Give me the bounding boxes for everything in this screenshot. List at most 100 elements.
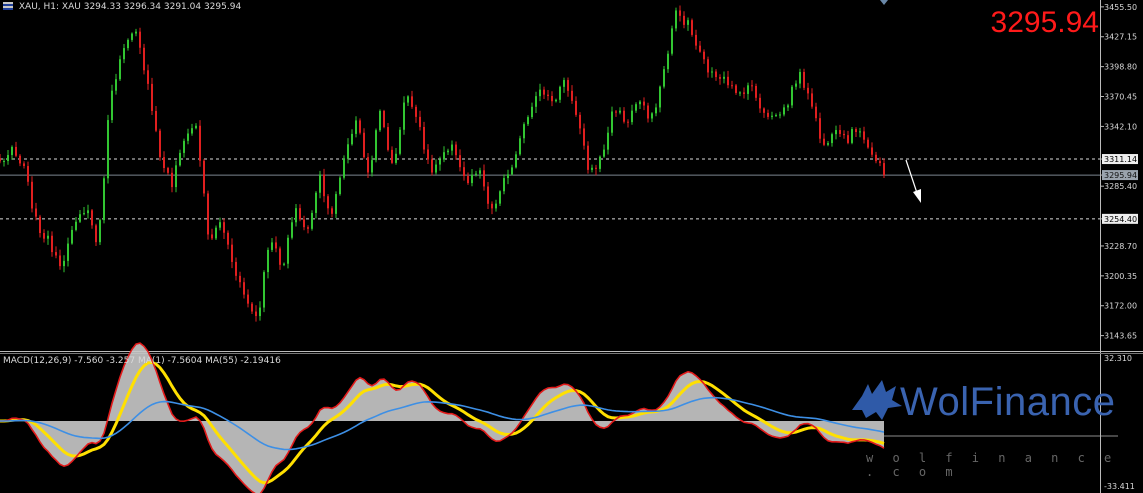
candle-body — [571, 90, 573, 101]
candle-body — [787, 105, 789, 108]
candle-body — [259, 307, 261, 317]
candle-body — [767, 112, 769, 117]
candle-body — [879, 161, 881, 164]
candle-body — [771, 115, 773, 117]
candle-body — [111, 90, 113, 121]
symbol-description: XAU — [61, 2, 81, 12]
candle-body — [699, 45, 701, 52]
candle-body — [443, 152, 445, 160]
candle-body — [555, 99, 557, 102]
candle-body — [255, 311, 257, 317]
candle-body — [675, 10, 677, 29]
candle-body — [339, 177, 341, 195]
candle-body — [519, 138, 521, 155]
candle-body — [663, 69, 665, 87]
candle-body — [363, 132, 365, 158]
candle-body — [155, 110, 157, 131]
candle-body — [671, 28, 673, 54]
candle-body — [403, 102, 405, 130]
candle-body — [607, 132, 609, 150]
candle-body — [19, 155, 21, 164]
candle-body — [491, 203, 493, 209]
candle-body — [387, 127, 389, 150]
candle-body — [563, 80, 565, 87]
candle-body — [383, 110, 385, 128]
candle-body — [395, 153, 397, 163]
candle-body — [231, 244, 233, 262]
candle-body — [379, 110, 381, 131]
candle-body — [843, 133, 845, 136]
candle-body — [75, 221, 77, 230]
candle-body — [239, 275, 241, 283]
candle-body — [331, 208, 333, 214]
candle-body — [243, 282, 245, 295]
candle-body — [123, 48, 125, 60]
candle-body — [375, 130, 377, 161]
candle-body — [511, 167, 513, 175]
candle-body — [871, 147, 873, 155]
candle-body — [179, 152, 181, 166]
candle-body — [471, 174, 473, 184]
candle-body — [615, 111, 617, 113]
candle-body — [335, 194, 337, 214]
candle-body — [807, 87, 809, 94]
candle-body — [103, 178, 105, 221]
candle-body — [23, 163, 25, 167]
candle-body — [679, 10, 681, 16]
candle-body — [143, 47, 145, 71]
candle-body — [303, 219, 305, 228]
candle-body — [175, 165, 177, 188]
candle-body — [83, 213, 85, 215]
candle-body — [139, 31, 141, 48]
candle-body — [587, 145, 589, 170]
candle-body — [707, 59, 709, 73]
wolf-icon — [852, 380, 902, 420]
candle-body — [323, 174, 325, 197]
candle-body — [847, 135, 849, 143]
candle-body — [439, 159, 441, 165]
candle-body — [459, 155, 461, 168]
candle-body — [731, 85, 733, 87]
candle-body — [775, 115, 777, 117]
candle-body — [315, 192, 317, 213]
candle-body — [719, 77, 721, 79]
candle-body — [859, 131, 861, 133]
candle-body — [531, 106, 533, 118]
candle-body — [715, 71, 717, 78]
candle-body — [271, 242, 273, 250]
candle-body — [639, 101, 641, 105]
candle-body — [579, 114, 581, 129]
candle-body — [147, 70, 149, 84]
candle-body — [131, 33, 133, 40]
candle-body — [619, 110, 621, 113]
candle-body — [359, 120, 361, 133]
candle-body — [435, 164, 437, 173]
candle-body — [199, 125, 201, 161]
candle-body — [71, 229, 73, 244]
price-label: 3228.70 — [1104, 242, 1137, 251]
candle-body — [635, 104, 637, 111]
candle-body — [307, 227, 309, 229]
candle-body — [411, 96, 413, 107]
candle-body — [275, 242, 277, 249]
candle-body — [63, 260, 65, 267]
macd-header: MACD(12,26,9) -7.560 -3.257 MA(1) -7.560… — [3, 356, 281, 366]
candle-body — [343, 158, 345, 178]
candle-body — [495, 203, 497, 209]
candle-body — [39, 216, 41, 234]
candle-body — [735, 85, 737, 93]
candle-body — [755, 85, 757, 98]
candle-body — [371, 160, 373, 173]
price-label: 3200.35 — [1104, 272, 1137, 281]
ohlc-values: 3294.33 3296.34 3291.04 3295.94 — [83, 2, 242, 12]
candle-body — [811, 93, 813, 107]
candle-body — [419, 116, 421, 127]
candle-body — [191, 128, 193, 134]
candle-body — [691, 20, 693, 35]
candle-body — [407, 96, 409, 103]
candle-body — [215, 227, 217, 239]
candle-body — [235, 261, 237, 276]
candle-body — [279, 248, 281, 265]
candle-body — [703, 51, 705, 60]
site-url: w o l f i n a n c e . c o m — [866, 451, 1118, 479]
